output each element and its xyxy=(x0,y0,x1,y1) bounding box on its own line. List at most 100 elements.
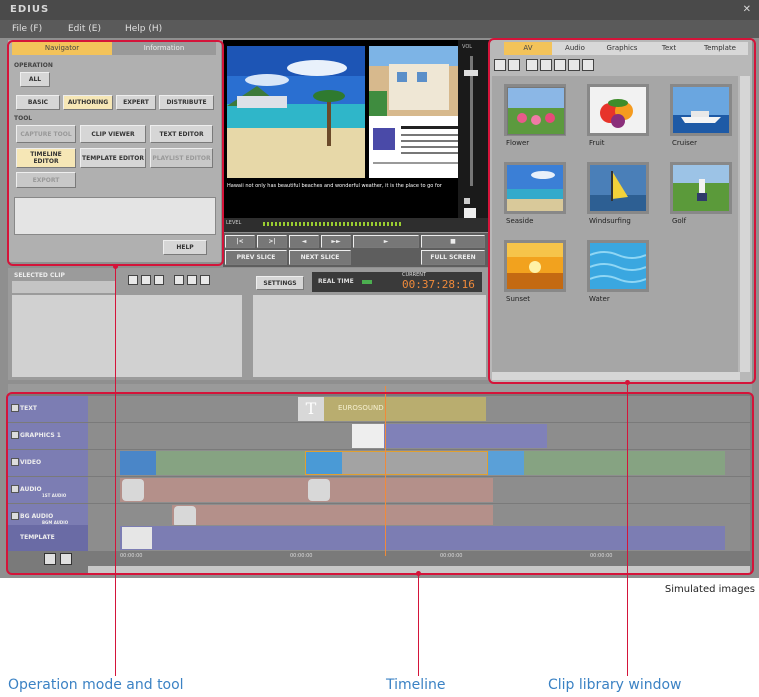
help-button[interactable]: HELP xyxy=(163,240,207,255)
track-label: AUDIO 1ST AUDIO xyxy=(8,477,88,503)
library-item-sunset[interactable] xyxy=(504,240,566,292)
next-slice-button[interactable]: NEXT SLICE xyxy=(289,250,351,265)
tab-graphics[interactable]: Graphics xyxy=(598,42,646,55)
go-end-button[interactable]: >| xyxy=(257,235,287,248)
callout-line-library xyxy=(627,383,628,676)
delete-tool-icon[interactable] xyxy=(200,275,210,285)
expert-button[interactable]: EXPERT xyxy=(116,95,156,110)
tab-information[interactable]: Information xyxy=(112,42,216,55)
folder-icon[interactable] xyxy=(540,59,552,71)
print-tool-icon[interactable] xyxy=(187,275,197,285)
library-item-fruit[interactable] xyxy=(587,84,649,136)
grid-view-icon[interactable] xyxy=(494,59,506,71)
copy-icon[interactable] xyxy=(554,59,566,71)
video-clip-2[interactable] xyxy=(305,451,488,475)
operation-callout: Operation mode and tool xyxy=(8,677,184,693)
library-item-water[interactable] xyxy=(587,240,649,292)
split-tool-icon[interactable] xyxy=(141,275,151,285)
track-label: GRAPHICS 1 xyxy=(8,423,88,449)
track-graphics: GRAPHICS 1 xyxy=(8,423,750,449)
track-template: TEMPLATE xyxy=(8,525,750,551)
video-clip-3[interactable] xyxy=(488,451,725,475)
import-icon[interactable] xyxy=(526,59,538,71)
library-item-cruiser[interactable] xyxy=(670,84,732,136)
graphics-clip[interactable] xyxy=(352,424,547,448)
video-clip-1[interactable] xyxy=(120,451,305,475)
distribute-button[interactable]: DISTRIBUTE xyxy=(159,95,214,110)
fullscreen-icon[interactable] xyxy=(464,208,476,218)
ruler-label: 00:00:00 xyxy=(440,553,463,559)
tab-av[interactable]: AV xyxy=(504,42,552,55)
timeline-callout: Timeline xyxy=(386,677,446,693)
playlist-editor-button[interactable]: PLAYLIST EDITOR xyxy=(150,148,213,168)
text-editor-button[interactable]: TEXT EDITOR xyxy=(150,125,213,143)
volume-strip: VOL xyxy=(458,40,490,218)
golf-thumbnail xyxy=(673,165,729,211)
paste-icon[interactable] xyxy=(568,59,580,71)
preview-caption: Hawaii not only has beautiful beaches an… xyxy=(227,183,442,189)
timeline-editor-button[interactable]: TIMELINE EDITOR xyxy=(16,148,76,168)
library-item-seaside[interactable] xyxy=(504,162,566,214)
fast-forward-button[interactable]: ►► xyxy=(321,235,351,248)
play-button[interactable]: ► xyxy=(353,235,419,248)
close-icon[interactable]: ✕ xyxy=(743,0,751,20)
authoring-button[interactable]: AUTHORING xyxy=(63,95,113,110)
timeline-ruler xyxy=(8,384,752,394)
delete-icon[interactable] xyxy=(582,59,594,71)
text-clip[interactable]: T EUROSOUND xyxy=(298,397,486,421)
volume-handle[interactable] xyxy=(464,70,478,76)
prev-slice-button[interactable]: PREV SLICE xyxy=(225,250,287,265)
library-item-golf[interactable] xyxy=(670,162,732,214)
tab-template[interactable]: Template xyxy=(692,42,748,55)
tab-audio[interactable]: Audio xyxy=(552,42,598,55)
track-label: TEMPLATE xyxy=(8,525,88,551)
callout-line-operation xyxy=(115,266,116,676)
zoom-in-icon[interactable] xyxy=(44,553,56,565)
selected-clip-preview xyxy=(12,295,242,377)
trim-tool-icon[interactable] xyxy=(128,275,138,285)
library-item-windsurfing[interactable] xyxy=(587,162,649,214)
audio-clip[interactable] xyxy=(120,478,493,502)
real-time-indicator xyxy=(362,280,372,284)
track-toggle[interactable] xyxy=(11,485,19,493)
audio-tool-icon[interactable] xyxy=(174,275,184,285)
track-toggle[interactable] xyxy=(11,404,19,412)
menu-file[interactable]: File (F) xyxy=(12,20,42,38)
clip-viewer-button[interactable]: CLIP VIEWER xyxy=(80,125,146,143)
export-button[interactable]: EXPORT xyxy=(16,172,76,188)
video-clip-thumbnail xyxy=(306,452,342,474)
tab-text[interactable]: Text xyxy=(646,42,692,55)
full-screen-button[interactable]: FULL SCREEN xyxy=(421,250,485,265)
menu-edit[interactable]: Edit (E) xyxy=(68,20,101,38)
settings-button[interactable]: SETTINGS xyxy=(256,276,304,290)
go-start-button[interactable]: |< xyxy=(225,235,255,248)
stop-button[interactable]: ■ xyxy=(421,235,485,248)
tab-navigator[interactable]: Navigator xyxy=(12,42,112,55)
basic-button[interactable]: BASIC xyxy=(16,95,60,110)
fruit-thumbnail xyxy=(590,87,646,133)
zoom-out-icon[interactable] xyxy=(60,553,72,565)
current-timecode: 00:37:28:16 xyxy=(402,278,475,291)
level-bar xyxy=(263,222,403,226)
capture-tool-button[interactable]: CAPTURE TOOL xyxy=(16,125,76,143)
library-item-caption: Flower xyxy=(506,139,530,147)
template-editor-button[interactable]: TEMPLATE EDITOR xyxy=(80,148,146,168)
template-clip[interactable] xyxy=(120,526,725,550)
library-item-flower[interactable] xyxy=(504,84,566,136)
info-text-area xyxy=(14,197,216,235)
rewind-button[interactable]: ◄ xyxy=(289,235,319,248)
track-toggle[interactable] xyxy=(11,512,19,520)
sunset-thumbnail xyxy=(507,243,563,289)
all-button[interactable]: ALL xyxy=(20,72,50,87)
effect-tool-icon[interactable] xyxy=(154,275,164,285)
track-toggle[interactable] xyxy=(11,431,19,439)
library-hscrollbar[interactable] xyxy=(492,372,740,380)
windsurfing-thumbnail xyxy=(590,165,646,211)
library-scrollbar[interactable] xyxy=(740,76,750,372)
playhead[interactable] xyxy=(385,386,386,556)
audio-monitor-icon[interactable] xyxy=(464,198,470,204)
list-view-icon[interactable] xyxy=(508,59,520,71)
menu-help[interactable]: Help (H) xyxy=(125,20,162,38)
library-item-caption: Fruit xyxy=(589,139,605,147)
track-toggle[interactable] xyxy=(11,458,19,466)
